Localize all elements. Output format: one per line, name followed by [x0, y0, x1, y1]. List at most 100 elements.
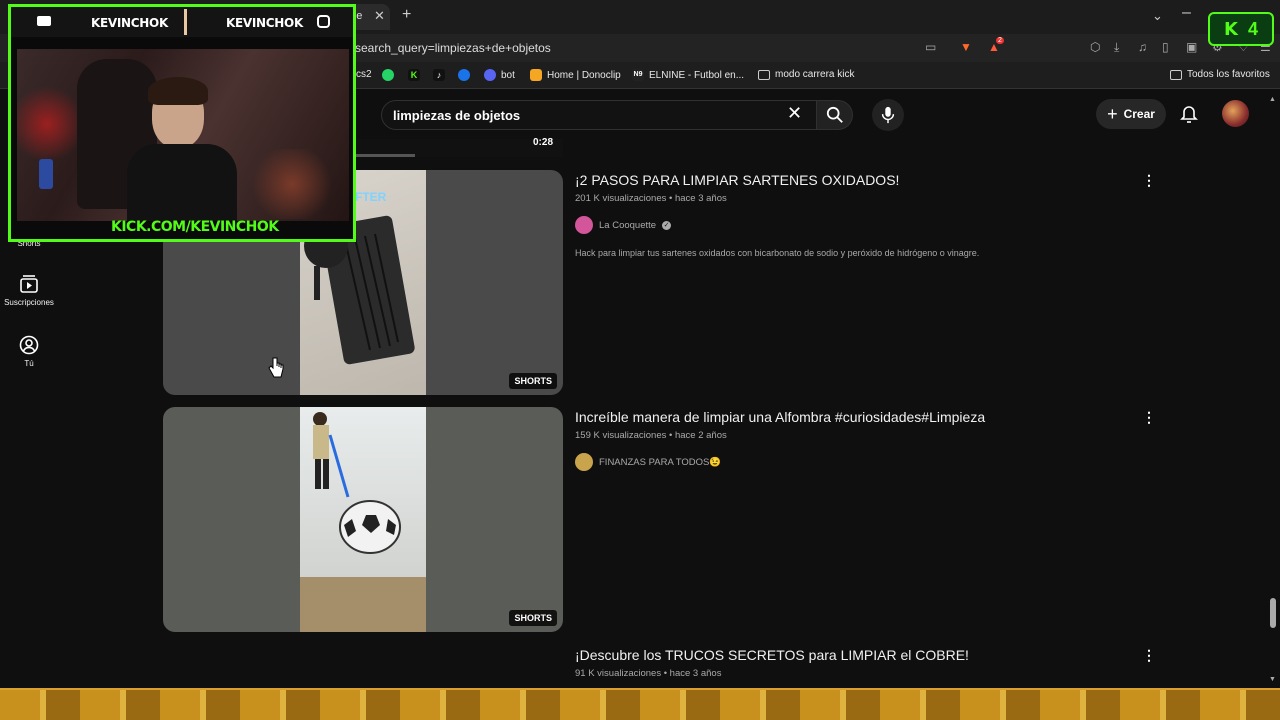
cast-icon[interactable]: ▭ — [925, 40, 936, 54]
url-text[interactable]: search_query=limpiezas+de+objetos — [355, 41, 551, 55]
page-scrollbar[interactable]: ▲ ▼ — [1268, 96, 1278, 686]
voice-search-button[interactable] — [872, 99, 904, 131]
more-options-icon[interactable]: ⋮ — [1142, 409, 1156, 426]
verified-icon: ✓ — [662, 220, 672, 230]
bookmark-folder-modo-carrera[interactable]: modo carrera kick — [758, 69, 854, 80]
overlay-name-right: KEVINCHOK — [226, 16, 303, 30]
overlay-footer: KICK.COM/KEVINCHOK — [11, 217, 353, 239]
music-icon[interactable]: ♫ — [1138, 40, 1147, 54]
new-tab-icon[interactable]: + — [402, 6, 411, 24]
video-title[interactable]: ¡Descubre los TRUCOS SECRETOS para LIMPI… — [575, 647, 969, 663]
kick-logo-icon: K — [1224, 18, 1238, 40]
channel-avatar[interactable] — [575, 453, 593, 471]
video-title[interactable]: ¡2 PASOS PARA LIMPIAR SARTENES OXIDADOS! — [575, 172, 899, 188]
account-avatar[interactable] — [1222, 100, 1249, 127]
bookmark-all-favorites[interactable]: Todos los favoritos — [1170, 69, 1270, 80]
thumbnail-image — [300, 407, 426, 632]
user-icon — [19, 335, 39, 355]
kick-followers-badge: K 4 — [1208, 12, 1274, 46]
create-button[interactable]: + Crear — [1096, 99, 1166, 129]
tiktok-icon: ♪ — [433, 69, 445, 81]
create-label: Crear — [1123, 107, 1155, 121]
duration-badge: 0:28 — [532, 137, 553, 148]
minimize-icon[interactable]: – — [1182, 4, 1191, 22]
shorts-badge: SHORTS — [509, 610, 557, 626]
video-thumbnail[interactable]: SHORTS — [163, 407, 563, 632]
stream-bottom-frame — [0, 688, 1280, 720]
hand-cursor-icon — [268, 357, 284, 378]
bookmark-donoclip[interactable]: Home | Donoclip — [530, 69, 621, 81]
close-tab-icon[interactable]: ✕ — [374, 8, 385, 24]
shorts-badge: SHORTS — [509, 373, 557, 389]
webcam-feed — [17, 49, 349, 221]
instagram-icon — [317, 15, 330, 28]
donoclip-icon — [530, 69, 542, 81]
search-input[interactable]: limpiezas de objetos — [381, 100, 817, 130]
whatsapp-icon — [382, 69, 394, 81]
video-meta: 201 K visualizaciones • hace 3 años — [575, 193, 727, 204]
notifications-bell-icon[interactable] — [1180, 105, 1198, 125]
clear-search-icon[interactable]: ✕ — [787, 103, 802, 124]
channel-avatar[interactable] — [575, 216, 593, 234]
stream-webcam-overlay: KEVINCHOK KEVINCHOK KICK.COM/KEVINCHOK — [8, 4, 356, 242]
channel-name[interactable]: FINANZAS PARA TODOS😉 — [599, 457, 721, 468]
video-description: Hack para limpiar tus sartenes oxidados … — [575, 248, 980, 258]
sidebar-item-subscriptions[interactable]: Suscripciones — [0, 274, 58, 307]
scroll-down-icon[interactable]: ▼ — [1269, 676, 1276, 683]
search-button[interactable] — [817, 100, 853, 130]
folder-icon — [1170, 69, 1182, 80]
chevron-down-icon[interactable]: ⌄ — [1152, 8, 1163, 24]
overlay-header: KEVINCHOK KEVINCHOK — [11, 7, 353, 37]
channel-link[interactable]: FINANZAS PARA TODOS😉 — [575, 453, 721, 471]
scrollbar-thumb[interactable] — [1270, 598, 1276, 628]
channel-name[interactable]: La Cooquette — [599, 220, 656, 231]
bookmark-bot[interactable]: bot — [484, 69, 515, 81]
channel-link[interactable]: La Cooquette ✓ — [575, 216, 672, 234]
video-meta: 159 K visualizaciones • hace 2 años — [575, 430, 727, 441]
bookmark-kick[interactable]: K — [408, 69, 420, 81]
search-icon — [826, 106, 843, 123]
bookmark-tiktok[interactable]: ♪ — [433, 69, 445, 81]
video-meta: 91 K visualizaciones • hace 3 años — [575, 668, 722, 679]
bookmark-elnine[interactable]: N9 ELNINE - Futbol en... — [632, 69, 744, 81]
red-light — [17, 79, 77, 169]
globe-icon — [458, 69, 470, 81]
bookmark-edge[interactable] — [458, 69, 470, 81]
lamp-glow — [247, 149, 337, 219]
video-title[interactable]: Increíble manera de limpiar una Alfombra… — [575, 409, 985, 425]
carpet-soccer-image — [300, 412, 426, 632]
sidebar-item-you[interactable]: Tú — [0, 335, 58, 368]
can — [39, 159, 53, 189]
wallet-icon[interactable]: ▣ — [1186, 40, 1197, 54]
rewards-badge: 2 — [996, 37, 1004, 44]
more-options-icon[interactable]: ⋮ — [1142, 647, 1156, 664]
thumbnail-text: FTER — [355, 190, 387, 204]
kick-icon: K — [408, 69, 420, 81]
kick-count: 4 — [1247, 18, 1258, 39]
overlay-name-left: KEVINCHOK — [91, 16, 168, 30]
elnine-icon: N9 — [632, 69, 644, 81]
microphone-icon — [881, 106, 895, 124]
search-query[interactable]: limpiezas de objetos — [393, 108, 520, 123]
overlay-kick-link: KICK.COM/KEVINCHOK — [111, 219, 279, 235]
streamer-body — [127, 144, 237, 221]
sidebar-item-label: Tú — [24, 359, 34, 368]
bookmark-cs2[interactable]: cs2 — [356, 69, 372, 80]
youtube-sidebar: Shorts Suscripciones Tú — [0, 230, 60, 430]
folder-icon — [758, 69, 770, 80]
previous-result-thumbnail[interactable]: 0:28 — [355, 137, 563, 157]
sidebar-item-label: Suscripciones — [4, 298, 54, 307]
plus-icon: + — [1107, 103, 1118, 124]
progress-bar — [355, 154, 415, 157]
subscriptions-icon — [20, 275, 38, 293]
discord-icon — [484, 69, 496, 81]
sidebar-icon[interactable]: ▯ — [1162, 40, 1169, 54]
more-options-icon[interactable]: ⋮ — [1142, 172, 1156, 189]
brave-shield-icon[interactable]: ▼ — [960, 40, 972, 54]
youtube-logo-icon — [37, 16, 51, 26]
bookmark-whatsapp[interactable] — [382, 69, 394, 81]
scroll-up-icon[interactable]: ▲ — [1269, 96, 1276, 103]
overlay-divider — [184, 9, 187, 35]
extensions-icon[interactable]: ⬡ — [1090, 40, 1100, 54]
download-icon[interactable]: ⤓ — [1114, 40, 1119, 55]
